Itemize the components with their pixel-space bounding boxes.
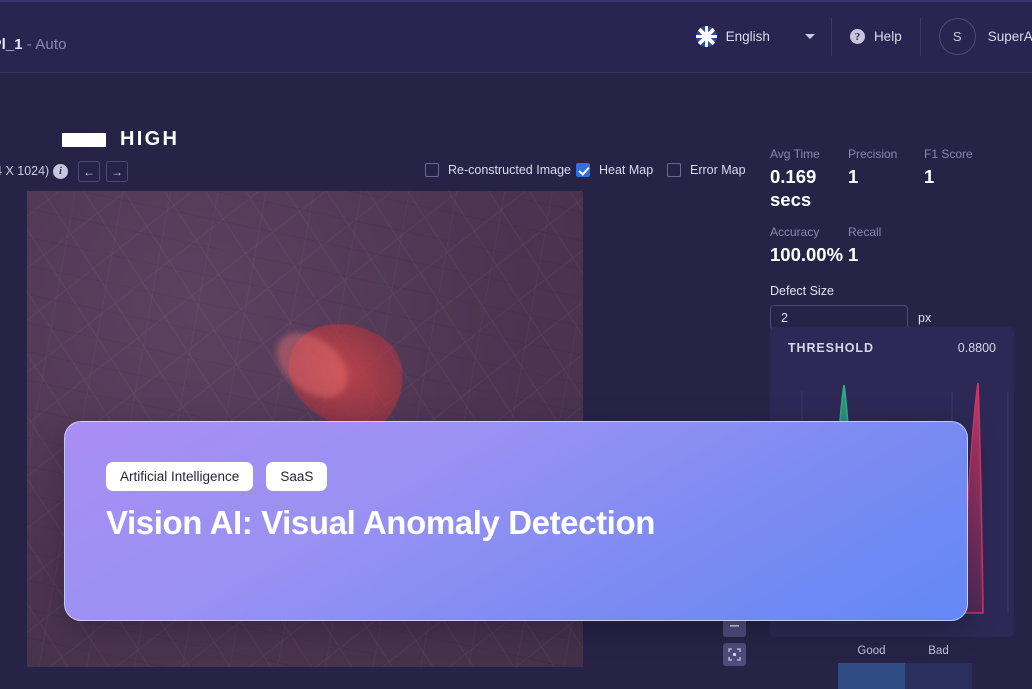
checkbox-label: Re-constructed Image xyxy=(448,163,571,177)
metric-value: 0.169 secs xyxy=(770,165,848,211)
metric-precision: Precision 1 xyxy=(848,147,924,211)
tag-artificial-intelligence[interactable]: Artificial Intelligence xyxy=(106,462,253,491)
workflow-stepper-bar: Training Evaluation HIGH PEAK SOFTWARE ★… xyxy=(0,73,1032,137)
avatar[interactable]: S xyxy=(939,18,976,55)
project-name-text: wZ2Pl_1 xyxy=(0,36,23,53)
language-label: English xyxy=(726,29,770,44)
confusion-matrix: Good Bad Good 5 0 xyxy=(770,645,1032,689)
metric-label: Avg Time xyxy=(770,147,848,161)
confusion-matrix-row: Good 5 0 xyxy=(770,663,1032,689)
metric-recall: Recall 1 xyxy=(848,225,881,266)
metric-label: Accuracy xyxy=(770,225,848,239)
checkbox-box[interactable] xyxy=(667,163,681,177)
metrics-grid: Avg Time 0.169 secs Precision 1 F1 Score… xyxy=(770,147,1032,330)
project-title: wZ2Pl_1- Auto xyxy=(0,36,67,53)
image-dimensions-label: (1024 X 1024) xyxy=(0,164,49,178)
checkbox-label: Heat Map xyxy=(599,163,653,177)
fit-screen-icon xyxy=(728,648,741,661)
user-name-label: SuperAdmin xyxy=(988,29,1032,44)
metric-label: F1 Score xyxy=(924,147,973,161)
fit-screen-tool-button[interactable] xyxy=(723,643,746,666)
checkbox-reconstructed-image[interactable]: Re-constructed Image xyxy=(425,163,571,177)
checkbox-heat-map[interactable]: Heat Map xyxy=(576,163,653,177)
defect-size-field: Defect Size px xyxy=(770,284,1032,330)
help-label: Help xyxy=(874,29,902,44)
checkbox-label: Error Map xyxy=(690,163,746,177)
previous-image-button[interactable]: ← xyxy=(78,161,100,182)
next-image-button[interactable]: → xyxy=(106,161,128,182)
metrics-row-2: Accuracy 100.00% Recall 1 xyxy=(770,225,1032,266)
threshold-value: 0.8800 xyxy=(958,341,996,355)
metric-label: Recall xyxy=(848,225,881,239)
checkbox-box[interactable] xyxy=(425,163,439,177)
question-mark-icon: ? xyxy=(850,29,865,44)
defect-size-label: Defect Size xyxy=(770,284,1032,298)
tag-saas[interactable]: SaaS xyxy=(266,462,327,491)
topbar-right-group: English ? Help S SuperAdmin xyxy=(696,0,1032,73)
image-tool-buttons xyxy=(723,614,746,666)
metric-avg-time: Avg Time 0.169 secs xyxy=(770,147,848,211)
defect-size-unit: px xyxy=(918,311,931,325)
metrics-row-1: Avg Time 0.169 secs Precision 1 F1 Score… xyxy=(770,147,1032,211)
project-mode-text: - Auto xyxy=(27,36,67,53)
checkbox-error-map[interactable]: Error Map xyxy=(667,163,746,177)
language-selector[interactable]: English xyxy=(696,26,831,47)
metric-f1-score: F1 Score 1 xyxy=(924,147,973,211)
metric-value: 100.00% xyxy=(770,243,848,266)
cm-col-header-good: Good xyxy=(838,645,905,657)
info-icon[interactable]: i xyxy=(53,164,68,179)
cm-cell-false-bad: 0 xyxy=(905,663,972,689)
metric-value: 1 xyxy=(848,165,924,188)
uk-flag-icon xyxy=(696,26,717,47)
top-bar: wZ2Pl_1- Auto English ? Help S SuperAdmi… xyxy=(0,0,1032,73)
threshold-header: THRESHOLD 0.8800 xyxy=(770,327,1014,355)
user-menu[interactable]: S SuperAdmin xyxy=(921,18,1032,55)
cm-col-header-bad: Bad xyxy=(905,645,972,657)
promo-overlay-card[interactable]: Artificial Intelligence SaaS Vision AI: … xyxy=(64,421,968,621)
app-root: wZ2Pl_1- Auto English ? Help S SuperAdmi… xyxy=(0,0,1032,689)
minimize-icon xyxy=(729,620,740,631)
tag-list: Artificial Intelligence SaaS xyxy=(106,462,327,491)
metric-value: 1 xyxy=(924,165,973,188)
metric-value: 1 xyxy=(848,243,881,266)
threshold-title: THRESHOLD xyxy=(788,341,874,355)
cm-cell-true-good: 5 xyxy=(838,663,905,689)
help-button[interactable]: ? Help xyxy=(832,29,920,44)
confusion-matrix-column-headers: Good Bad xyxy=(770,645,1032,657)
metric-label: Precision xyxy=(848,147,924,161)
checkbox-box-checked[interactable] xyxy=(576,163,590,177)
chevron-down-icon[interactable] xyxy=(805,34,815,39)
metric-accuracy: Accuracy 100.00% xyxy=(770,225,848,266)
overlay-title: Vision AI: Visual Anomaly Detection xyxy=(106,504,655,542)
